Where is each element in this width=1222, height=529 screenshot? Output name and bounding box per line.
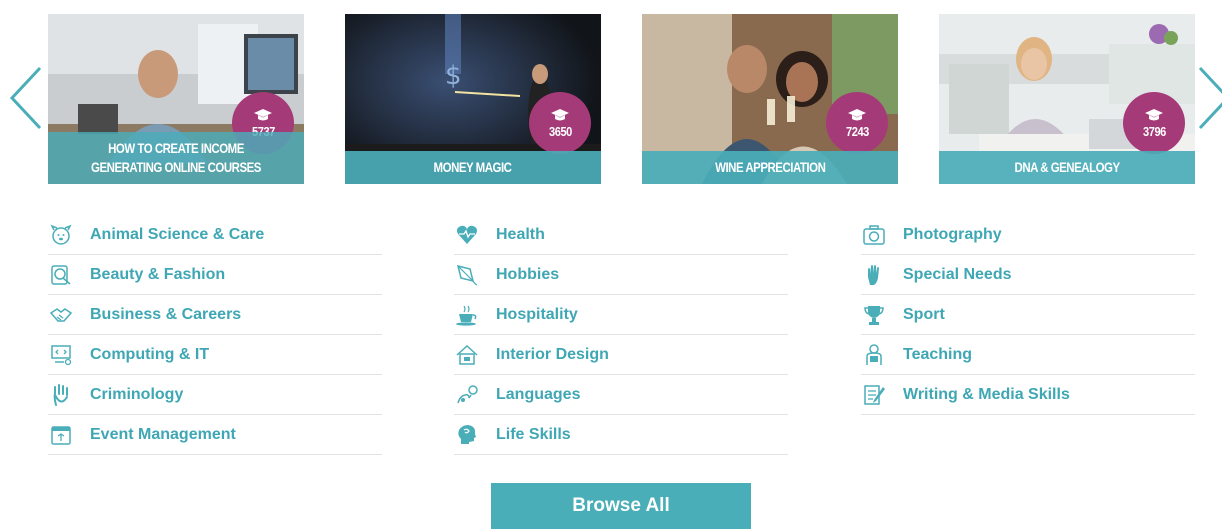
category-item[interactable]: Sport xyxy=(861,295,1195,335)
category-item[interactable]: Animal Science & Care xyxy=(48,215,382,255)
category-label: Special Needs xyxy=(903,265,1012,283)
teacher-icon xyxy=(861,342,887,368)
category-item[interactable]: Hospitality xyxy=(454,295,788,335)
coffee-cup-icon xyxy=(454,302,480,328)
category-label: Sport xyxy=(903,305,945,323)
computer-code-icon xyxy=(48,342,74,368)
course-card[interactable]: 7243 Wine Appreciation xyxy=(642,14,898,184)
category-label: Languages xyxy=(496,385,581,403)
category-label: Photography xyxy=(903,225,1002,243)
category-label: Animal Science & Care xyxy=(90,225,265,243)
course-title: DNA & Genealogy xyxy=(1014,159,1120,175)
category-label: Event Management xyxy=(90,425,236,443)
category-item[interactable]: Teaching xyxy=(861,335,1195,375)
category-label: Hospitality xyxy=(496,305,578,323)
course-carousel: 5737 How to Create Income Generating Onl… xyxy=(0,0,1222,190)
head-icon xyxy=(454,422,480,448)
carousel-next-button[interactable] xyxy=(1196,64,1222,132)
heartbeat-icon xyxy=(454,222,480,248)
course-title: How to Create Income Generating Online C… xyxy=(91,140,261,175)
graduation-cap-icon xyxy=(551,108,569,120)
chevron-right-icon xyxy=(1198,66,1222,130)
carousel-prev-button[interactable] xyxy=(8,64,44,132)
category-item[interactable]: Computing & IT xyxy=(48,335,382,375)
course-card[interactable]: 3796 DNA & Genealogy xyxy=(939,14,1195,184)
category-item[interactable]: Business & Careers xyxy=(48,295,382,335)
enrolment-count: 3796 xyxy=(1142,123,1166,139)
handprint-icon xyxy=(48,382,74,408)
category-label: Writing & Media Skills xyxy=(903,385,1070,403)
svg-text:$: $ xyxy=(445,61,462,91)
enrolment-count: 7243 xyxy=(845,123,869,139)
category-list-col2: Health Hobbies Hospitality Interior Desi… xyxy=(454,215,788,455)
category-label: Business & Careers xyxy=(90,305,242,323)
category-label: Criminology xyxy=(90,385,184,403)
house-icon xyxy=(454,342,480,368)
chevron-left-icon xyxy=(9,66,42,130)
course-title-bar: Money Magic xyxy=(345,151,601,184)
category-item[interactable]: Writing & Media Skills xyxy=(861,375,1195,415)
course-card[interactable]: 5737 How to Create Income Generating Onl… xyxy=(48,14,304,184)
course-title: Money Magic xyxy=(434,159,512,175)
trophy-icon xyxy=(861,302,887,328)
calendar-icon xyxy=(48,422,74,448)
enrolment-badge: 3650 xyxy=(529,92,591,154)
browse-all-button[interactable]: Browse All xyxy=(491,483,751,529)
course-title-bar: How to Create Income Generating Online C… xyxy=(48,132,304,184)
category-item[interactable]: Interior Design xyxy=(454,335,788,375)
enrolment-badge: 7243 xyxy=(826,92,888,154)
category-item[interactable]: Hobbies xyxy=(454,255,788,295)
graduation-cap-icon xyxy=(848,108,866,120)
category-label: Teaching xyxy=(903,345,973,363)
category-item[interactable]: Beauty & Fashion xyxy=(48,255,382,295)
category-item[interactable]: Criminology xyxy=(48,375,382,415)
speech-icon xyxy=(454,382,480,408)
category-label: Interior Design xyxy=(496,345,609,363)
category-label: Beauty & Fashion xyxy=(90,265,226,283)
category-label: Health xyxy=(496,225,545,243)
category-label: Computing & IT xyxy=(90,345,210,363)
mirror-icon xyxy=(48,262,74,288)
category-item[interactable]: Event Management xyxy=(48,415,382,455)
course-title-bar: DNA & Genealogy xyxy=(939,151,1195,184)
category-list-col1: Animal Science & Care Beauty & Fashion B… xyxy=(48,215,382,455)
notepad-pen-icon xyxy=(861,382,887,408)
category-label: Hobbies xyxy=(496,265,560,283)
handshake-icon xyxy=(48,302,74,328)
category-item[interactable]: Special Needs xyxy=(861,255,1195,295)
dog-icon xyxy=(48,222,74,248)
category-label: Life Skills xyxy=(496,425,571,443)
graduation-cap-icon xyxy=(254,108,272,120)
enrolment-count: 3650 xyxy=(548,123,572,139)
hand-icon xyxy=(861,262,887,288)
category-item[interactable]: Photography xyxy=(861,215,1195,255)
graduation-cap-icon xyxy=(1145,108,1163,120)
course-card[interactable]: $ 3650 Money Magic xyxy=(345,14,601,184)
enrolment-badge: 3796 xyxy=(1123,92,1185,154)
course-title: Wine Appreciation xyxy=(714,159,826,175)
category-list-col3: Photography Special Needs Sport Teaching… xyxy=(861,215,1195,415)
category-item[interactable]: Languages xyxy=(454,375,788,415)
kite-icon xyxy=(454,262,480,288)
course-title-bar: Wine Appreciation xyxy=(642,151,898,184)
camera-icon xyxy=(861,222,887,248)
category-item[interactable]: Life Skills xyxy=(454,415,788,455)
category-item[interactable]: Health xyxy=(454,215,788,255)
